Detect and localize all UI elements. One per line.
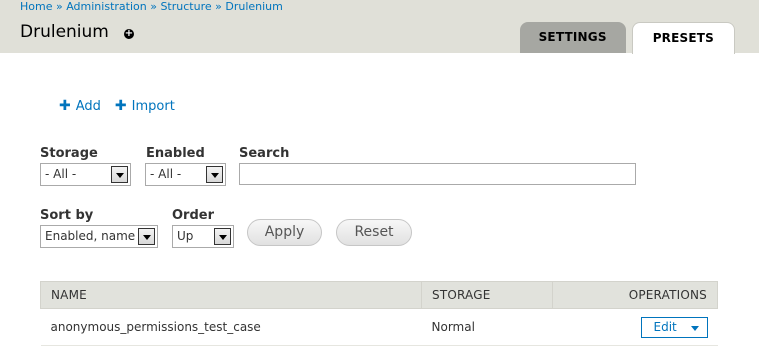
enabled-label: Enabled (146, 146, 205, 161)
tab-settings[interactable]: SETTINGS (519, 22, 626, 53)
breadcrumb-home[interactable]: Home (20, 0, 52, 13)
presets-table: NAME STORAGE OPERATIONS anonymous_permis… (40, 281, 718, 346)
order-label: Order (172, 208, 214, 223)
chevron-down-icon (214, 228, 231, 245)
add-link[interactable]: ✚ Add (59, 99, 101, 114)
storage-label: Storage (40, 146, 98, 161)
add-link-label: Add (75, 99, 101, 114)
import-link-label: Import (131, 99, 175, 114)
table-row: anonymous_permissions_test_case Normal E… (40, 308, 718, 346)
edit-button-label: Edit (653, 320, 677, 334)
breadcrumb-separator: » (215, 0, 222, 13)
edit-dropbutton[interactable]: Edit (640, 316, 708, 338)
search-input[interactable] (239, 163, 636, 185)
breadcrumb-drulenium[interactable]: Drulenium (225, 0, 283, 13)
column-header-name[interactable]: NAME (40, 281, 422, 309)
column-header-storage[interactable]: STORAGE (421, 281, 553, 309)
order-select[interactable]: Up (172, 225, 234, 248)
storage-select-value: - All - (45, 167, 77, 181)
chevron-down-icon (111, 166, 128, 183)
chevron-down-icon (206, 166, 223, 183)
breadcrumb-administration[interactable]: Administration (66, 0, 147, 13)
breadcrumb-separator: » (55, 0, 63, 13)
apply-button[interactable]: Apply (247, 219, 322, 246)
column-header-operations: OPERATIONS (552, 281, 718, 309)
sort-by-select-value: Enabled, name (45, 229, 136, 243)
breadcrumb-structure[interactable]: Structure (160, 0, 211, 13)
page-title: Drulenium (20, 22, 109, 42)
order-select-value: Up (177, 229, 194, 243)
enabled-select-value: - All - (150, 167, 182, 181)
tab-presets[interactable]: PRESETS (631, 22, 735, 54)
plus-icon: ✚ (59, 98, 71, 114)
tabs: SETTINGS PRESETS (519, 22, 735, 54)
chevron-down-icon[interactable] (690, 325, 699, 331)
breadcrumb: Home » Administration » Structure » Drul… (20, 0, 283, 13)
table-header-row: NAME STORAGE OPERATIONS (40, 281, 718, 309)
page-header: Home » Administration » Structure » Drul… (0, 0, 759, 54)
add-shortcut-icon[interactable]: + (124, 29, 134, 39)
operations-cell: Edit (552, 308, 718, 346)
sort-by-select[interactable]: Enabled, name (40, 225, 158, 248)
enabled-select[interactable]: - All - (145, 163, 226, 186)
preset-name: anonymous_permissions_test_case (40, 308, 422, 346)
sort-by-label: Sort by (40, 208, 94, 223)
preset-storage: Normal (421, 308, 553, 346)
plus-icon: ✚ (114, 98, 127, 114)
chevron-down-icon (138, 228, 155, 245)
reset-button[interactable]: Reset (336, 219, 412, 246)
action-links: ✚ Add ✚ Import (59, 99, 175, 114)
search-label: Search (239, 146, 290, 161)
breadcrumb-separator: » (150, 0, 157, 13)
storage-select[interactable]: - All - (40, 163, 131, 186)
import-link[interactable]: ✚ Import (115, 99, 175, 114)
